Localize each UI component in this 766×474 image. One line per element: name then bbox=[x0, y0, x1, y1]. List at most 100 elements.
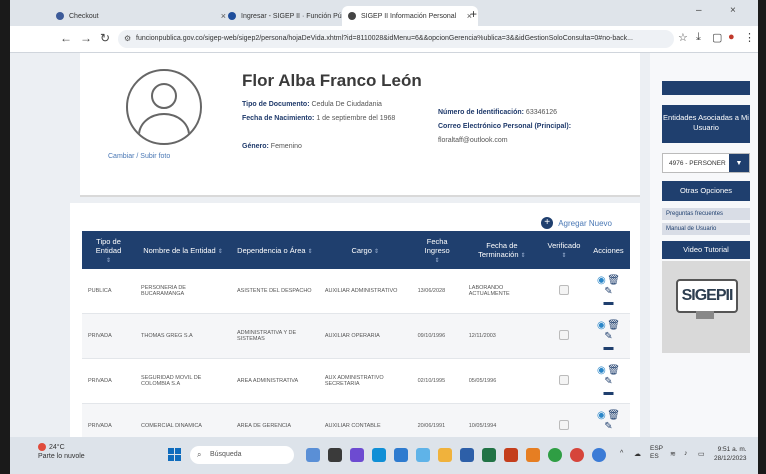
folder-icon[interactable]: ▬ bbox=[593, 297, 624, 308]
taskbar-app-icon[interactable] bbox=[328, 448, 342, 462]
word-icon[interactable] bbox=[460, 448, 474, 462]
col-fecha-ingreso[interactable]: Fecha Ingreso ⇕ bbox=[411, 231, 463, 269]
windows-start-icon[interactable] bbox=[168, 448, 182, 462]
col-acciones: Acciones bbox=[586, 231, 630, 269]
chevron-down-icon[interactable]: ▼ bbox=[729, 154, 749, 172]
tab-favicon-icon bbox=[348, 12, 356, 20]
chrome-icon[interactable] bbox=[592, 448, 606, 462]
monitor-stand-icon bbox=[696, 311, 714, 319]
weather-desc: Parte lo nuvole bbox=[38, 453, 85, 460]
back-icon[interactable]: ← bbox=[60, 31, 72, 45]
folder-icon[interactable]: ▬ bbox=[593, 342, 624, 353]
edit-icon[interactable]: ✎ bbox=[604, 421, 612, 432]
trash-icon[interactable]: 🗑 bbox=[607, 320, 620, 331]
close-window-icon[interactable]: × bbox=[730, 5, 736, 16]
email-value: floraltaff@outlook.com bbox=[438, 137, 508, 144]
cell-dependencia: ASISTENTE DEL DESPACHO bbox=[231, 269, 319, 314]
file-explorer-icon[interactable] bbox=[438, 448, 452, 462]
language-indicator[interactable]: ESP ES bbox=[650, 445, 663, 461]
sidebar-icon[interactable]: ▢ bbox=[712, 31, 722, 44]
battery-icon[interactable]: ▭ bbox=[698, 450, 705, 458]
trash-icon[interactable]: 🗑 bbox=[607, 275, 620, 286]
col-cargo[interactable]: Cargo ⇕ bbox=[318, 231, 412, 269]
bookmark-icon[interactable]: ☆ bbox=[678, 31, 688, 44]
gender-field: Género: Femenino bbox=[242, 143, 302, 150]
url-input[interactable]: ⚙ funcionpublica.gov.co/sigep-web/sigep2… bbox=[118, 30, 674, 48]
cell-nombre: THOMAS GREG S.A bbox=[135, 313, 231, 359]
work-experience-table: Tipo de Entidad ⇕ Nombre de la Entidad ⇕ … bbox=[82, 231, 630, 437]
browser-tab-bar: Checkout × Ingresar - SIGEP II · Función… bbox=[10, 0, 758, 26]
top-panel-button[interactable] bbox=[662, 81, 750, 95]
view-icon[interactable]: ◉ bbox=[597, 275, 606, 286]
clock-time: 9:51 a. m. bbox=[717, 446, 747, 453]
cell-acciones: ◉ 🗑 ✎ ▬ bbox=[586, 269, 630, 314]
col-dependencia[interactable]: Dependencia o Área ⇕ bbox=[231, 231, 319, 269]
taskbar-search-input[interactable]: ⌕ Búsqueda bbox=[190, 446, 294, 464]
cell-ingreso: 13/06/2028 bbox=[411, 269, 463, 314]
profile-icon[interactable]: ● bbox=[728, 31, 735, 43]
right-panel: Entidades Asociadas a Mi Usuario 4976 - … bbox=[650, 53, 758, 437]
table-row: PRIVADA COMERCIAL DINAMICA AREA DE GEREN… bbox=[82, 403, 630, 437]
cell-verificado bbox=[541, 403, 587, 437]
add-new-button[interactable]: + Agregar Nuevo bbox=[541, 217, 612, 229]
plus-icon: + bbox=[541, 217, 554, 229]
other-options-button[interactable]: Otras Opciones bbox=[662, 181, 750, 201]
view-icon[interactable]: ◉ bbox=[597, 320, 606, 331]
col-verificado[interactable]: Verificado ⇕ bbox=[541, 231, 587, 269]
taskbar-app-icon[interactable] bbox=[350, 448, 364, 462]
forward-icon[interactable]: → bbox=[80, 31, 92, 45]
view-icon[interactable]: ◉ bbox=[597, 365, 606, 376]
email-value-field: floraltaff@outlook.com bbox=[438, 137, 508, 144]
wifi-icon[interactable]: ≋ bbox=[670, 450, 676, 458]
reload-icon[interactable]: ↻ bbox=[100, 31, 110, 45]
avatar-head bbox=[151, 83, 177, 109]
trash-icon[interactable]: 🗑 bbox=[607, 365, 620, 376]
col-nombre-entidad[interactable]: Nombre de la Entidad ⇕ bbox=[135, 231, 231, 269]
entity-select[interactable]: 4976 - PERSONER ▼ bbox=[662, 153, 750, 173]
cloud-icon[interactable]: ☁ bbox=[634, 450, 641, 458]
taskbar-app-icon[interactable] bbox=[416, 448, 430, 462]
edge-browser-icon[interactable] bbox=[372, 448, 386, 462]
taskbar-app-icon[interactable] bbox=[306, 448, 320, 462]
cell-dependencia: AREA ADMINISTRATIVA bbox=[231, 358, 319, 404]
edit-icon[interactable]: ✎ bbox=[604, 376, 612, 387]
tab-checkout[interactable]: Checkout × bbox=[50, 6, 232, 26]
view-icon[interactable]: ◉ bbox=[597, 410, 606, 421]
cell-acciones: ◉ 🗑 ✎ ▬ bbox=[586, 358, 630, 404]
folder-icon[interactable]: ▬ bbox=[593, 387, 624, 398]
weather-widget[interactable]: 24°C Parte lo nuvole bbox=[38, 443, 85, 461]
associated-entities-button[interactable]: Entidades Asociadas a Mi Usuario bbox=[662, 105, 750, 143]
taskbar-app-icon[interactable] bbox=[526, 448, 540, 462]
taskbar-app-icon[interactable] bbox=[394, 448, 408, 462]
tab-ingresar[interactable]: Ingresar - SIGEP II · Función Pú × bbox=[222, 6, 352, 26]
col-fecha-terminacion[interactable]: Fecha de Terminación ⇕ bbox=[462, 231, 541, 269]
id-value: 63346126 bbox=[525, 109, 558, 116]
table-row: PRIVADA SEGURIDAD MOVIL DE COLOMBIA S.A … bbox=[82, 358, 630, 404]
birth-value: 1 de septiembre del 1968 bbox=[316, 115, 396, 122]
download-icon[interactable]: ⤓ bbox=[696, 31, 701, 44]
powerpoint-icon[interactable] bbox=[504, 448, 518, 462]
work-experience-card: + Agregar Nuevo Tipo de Entidad ⇕ Nombre … bbox=[70, 203, 640, 437]
tray-chevron-icon[interactable]: ^ bbox=[620, 450, 623, 457]
trash-icon[interactable]: 🗑 bbox=[607, 410, 620, 421]
edit-icon[interactable]: ✎ bbox=[604, 331, 612, 342]
manual-link[interactable]: Manual de Usuario bbox=[662, 223, 750, 235]
site-info-icon[interactable]: ⚙ bbox=[124, 30, 131, 48]
menu-icon[interactable]: ⋮ bbox=[744, 31, 755, 44]
chrome-icon[interactable] bbox=[570, 448, 584, 462]
cell-nombre: COMERCIAL DINAMICA bbox=[135, 403, 231, 437]
col-tipo-entidad[interactable]: Tipo de Entidad ⇕ bbox=[82, 231, 136, 269]
taskbar-clock[interactable]: 9:51 a. m. 28/12/2023 bbox=[714, 445, 747, 463]
volume-icon[interactable]: ♪ bbox=[684, 450, 688, 457]
edit-icon[interactable]: ✎ bbox=[604, 286, 612, 297]
excel-icon[interactable] bbox=[482, 448, 496, 462]
cell-dependencia: AREA DE GERENCIA bbox=[231, 403, 319, 437]
tab-sigep-info[interactable]: SIGEP II Información Personal × bbox=[342, 6, 478, 26]
video-tutorial-thumbnail[interactable]: SIGEPII bbox=[662, 261, 750, 353]
search-placeholder: Búsqueda bbox=[210, 451, 242, 458]
change-photo-link[interactable]: Cambiar / Subir foto bbox=[108, 153, 170, 160]
minimize-icon[interactable]: – bbox=[696, 5, 702, 16]
chrome-icon[interactable] bbox=[548, 448, 562, 462]
faq-link[interactable]: Preguntas frecuentes bbox=[662, 208, 750, 220]
new-tab-icon[interactable]: + bbox=[470, 7, 477, 21]
